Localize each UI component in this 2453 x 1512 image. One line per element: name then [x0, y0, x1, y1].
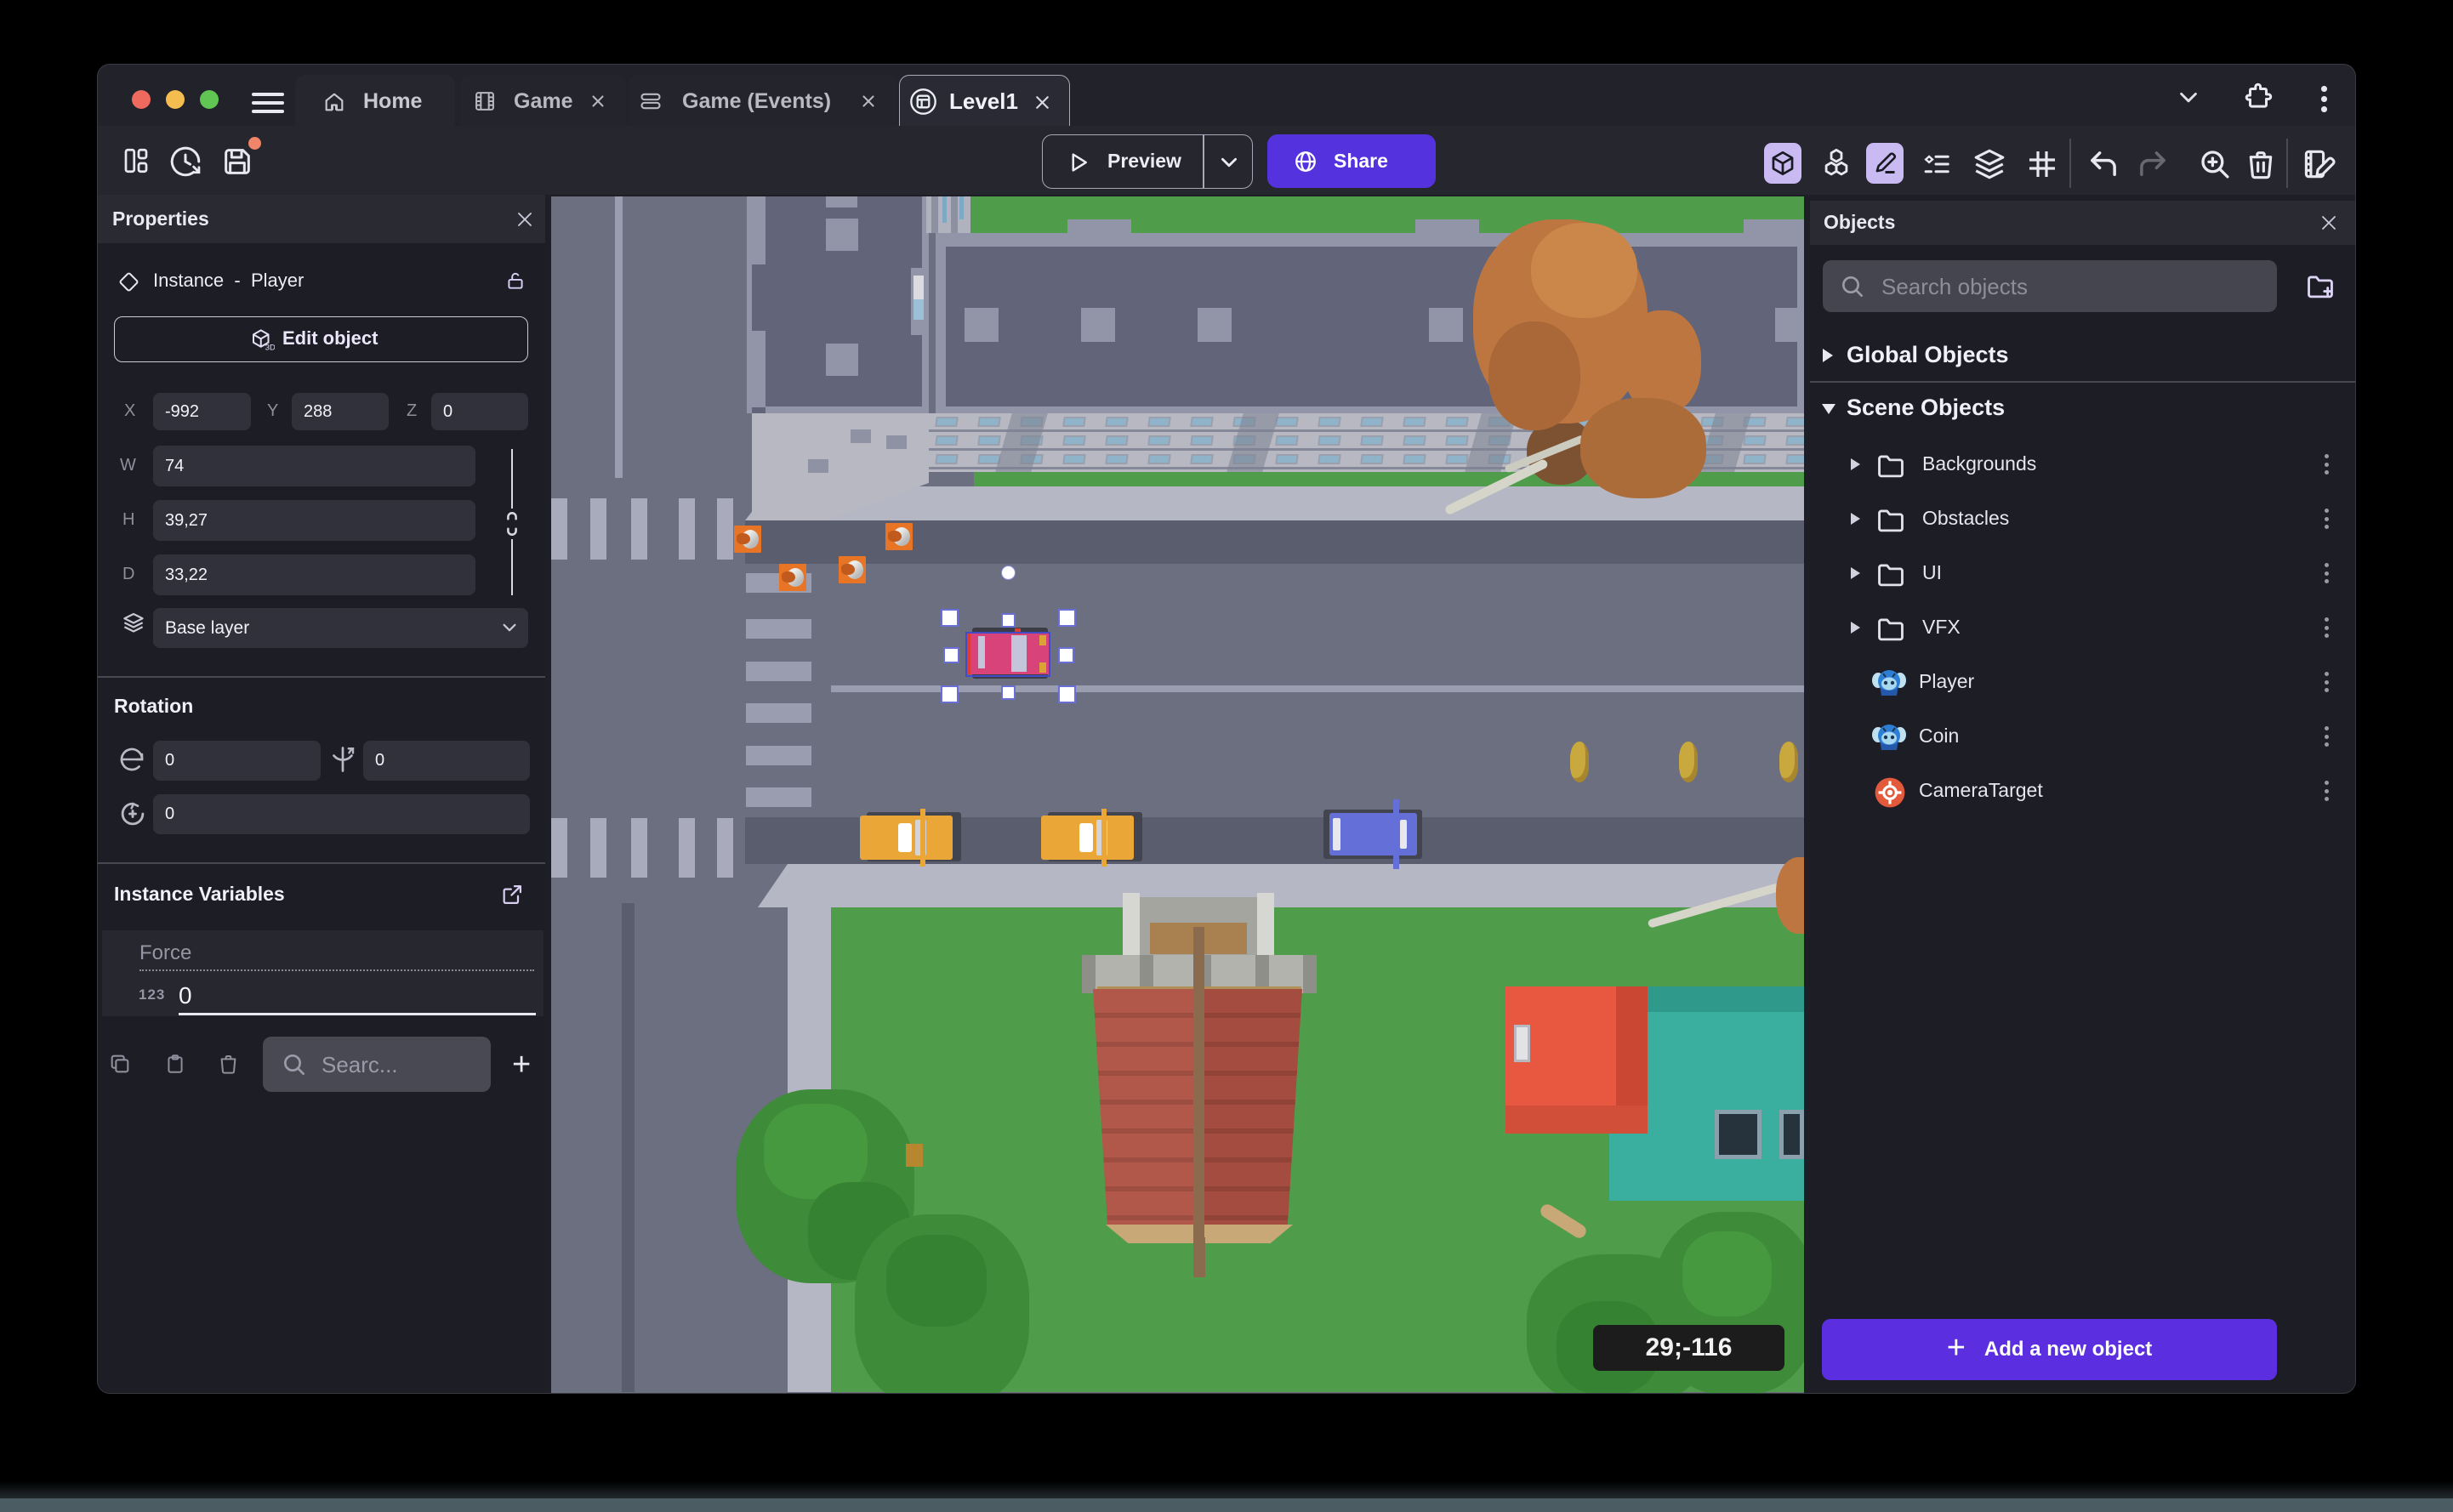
svg-text:3D: 3D	[265, 344, 275, 352]
